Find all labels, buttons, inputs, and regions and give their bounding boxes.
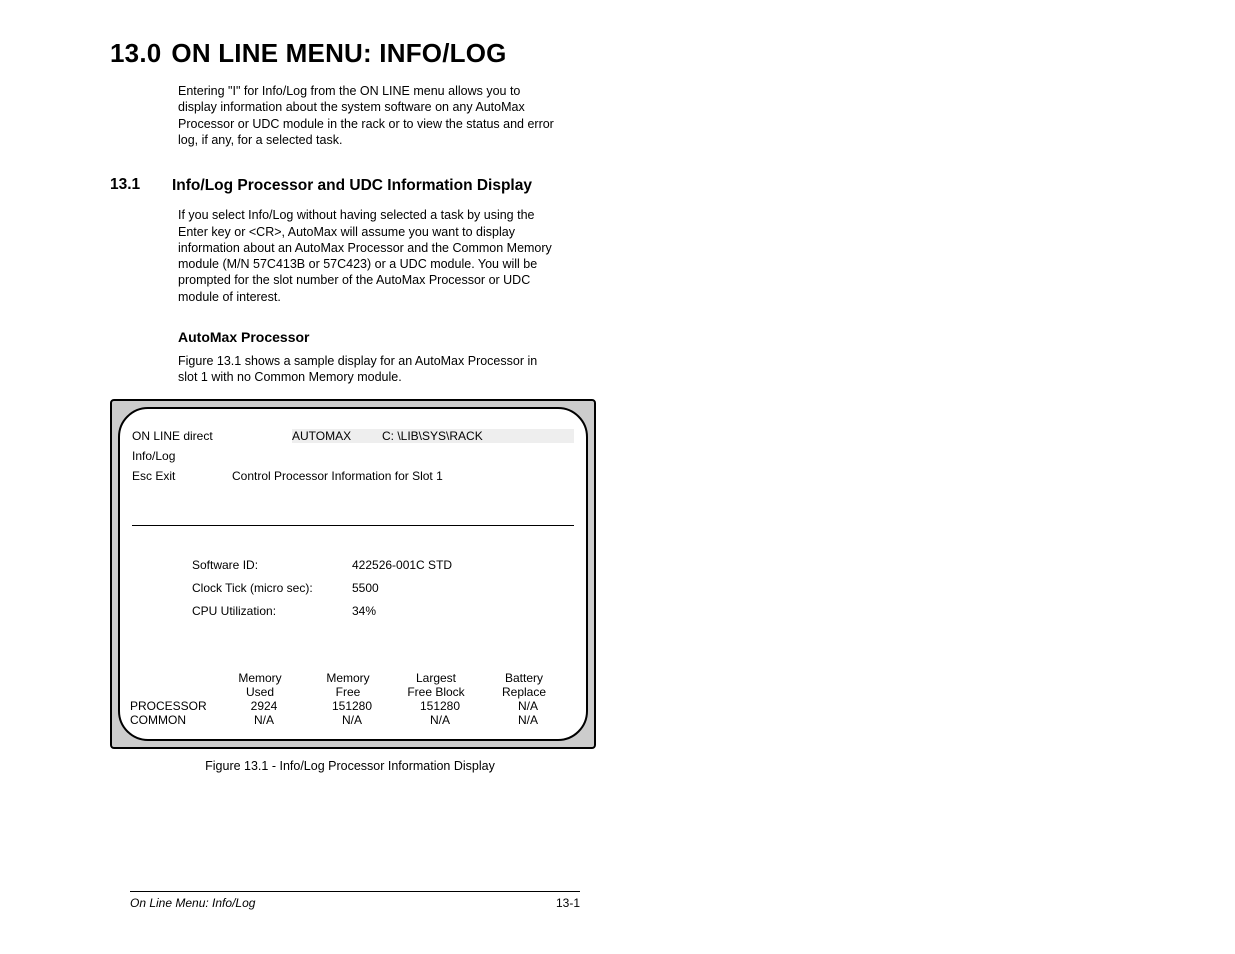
row-mem-free: N/A [308, 713, 396, 727]
chapter-title: ON LINE MENU: INFO/LOG [171, 38, 506, 69]
row-battery: N/A [484, 699, 572, 713]
figure-screen-inner: ON LINE direct AUTOMAX C: \LIB\SYS\RACK … [118, 407, 588, 741]
section-title: Info/Log Processor and UDC Information D… [172, 176, 532, 195]
software-id-value: 422526-001C STD [352, 554, 452, 577]
row-mem-free: 151280 [308, 699, 396, 713]
screen-info-list: Software ID: 422526-001C STD Clock Tick … [192, 554, 574, 622]
figure-screen: ON LINE direct AUTOMAX C: \LIB\SYS\RACK … [110, 399, 596, 749]
chapter-heading: 13.0 ON LINE MENU: INFO/LOG [110, 38, 585, 69]
screen-esc-hint: Esc Exit [132, 469, 232, 483]
row-label: COMMON [126, 713, 220, 727]
clock-tick-label: Clock Tick (micro sec): [192, 577, 352, 600]
page: 13.0 ON LINE MENU: INFO/LOG Entering "I"… [0, 0, 1235, 954]
row-largest: N/A [396, 713, 484, 727]
section-heading: 13.1 Info/Log Processor and UDC Informat… [110, 176, 585, 195]
cpu-util-value: 34% [352, 600, 376, 623]
row-mem-used: N/A [220, 713, 308, 727]
row-battery: N/A [484, 713, 572, 727]
th-largest-free: LargestFree Block [392, 672, 480, 700]
screen-top-right: C: \LIB\SYS\RACK [372, 429, 574, 443]
row-largest: 151280 [396, 699, 484, 713]
section-number: 13.1 [110, 176, 150, 195]
clock-tick-value: 5500 [352, 577, 379, 600]
th-battery: BatteryReplace [480, 672, 568, 700]
screen-mode: Info/Log [132, 449, 574, 463]
figure-caption: Figure 13.1 - Info/Log Processor Informa… [110, 759, 590, 773]
section-body: If you select Info/Log without having se… [178, 207, 558, 305]
th-memory-free: MemoryFree [304, 672, 392, 700]
screen-top-mid: AUTOMAX [292, 429, 372, 443]
screen-topbar: ON LINE direct AUTOMAX C: \LIB\SYS\RACK [132, 427, 574, 445]
chapter-number: 13.0 [110, 38, 161, 69]
screen-table: MemoryUsed MemoryFree LargestFree Block … [126, 672, 580, 728]
content-column: 13.0 ON LINE MENU: INFO/LOG Entering "I"… [110, 38, 585, 773]
row-mem-used: 2924 [220, 699, 308, 713]
screen-subtitle: Control Processor Information for Slot 1 [232, 469, 574, 483]
row-label: PROCESSOR [126, 699, 220, 713]
screen-table-head: MemoryUsed MemoryFree LargestFree Block … [126, 672, 580, 700]
screen-top-left: ON LINE direct [132, 429, 292, 443]
footer-title: On Line Menu: Info/Log [130, 896, 556, 910]
th-blank [126, 672, 216, 700]
cpu-util-label: CPU Utilization: [192, 600, 352, 623]
page-footer: On Line Menu: Info/Log 13-1 [130, 891, 580, 910]
th-memory-used: MemoryUsed [216, 672, 304, 700]
intro-paragraph: Entering "I" for Info/Log from the ON LI… [178, 83, 558, 148]
software-id-label: Software ID: [192, 554, 352, 577]
screen-divider [132, 525, 574, 526]
footer-page: 13-1 [556, 896, 580, 910]
subheading: AutoMax Processor [178, 329, 585, 345]
table-row: PROCESSOR 2924 151280 151280 N/A [126, 699, 580, 713]
table-row: COMMON N/A N/A N/A N/A [126, 713, 580, 727]
screen-subline: Esc Exit Control Processor Information f… [132, 469, 574, 483]
subheading-body: Figure 13.1 shows a sample display for a… [178, 353, 558, 386]
